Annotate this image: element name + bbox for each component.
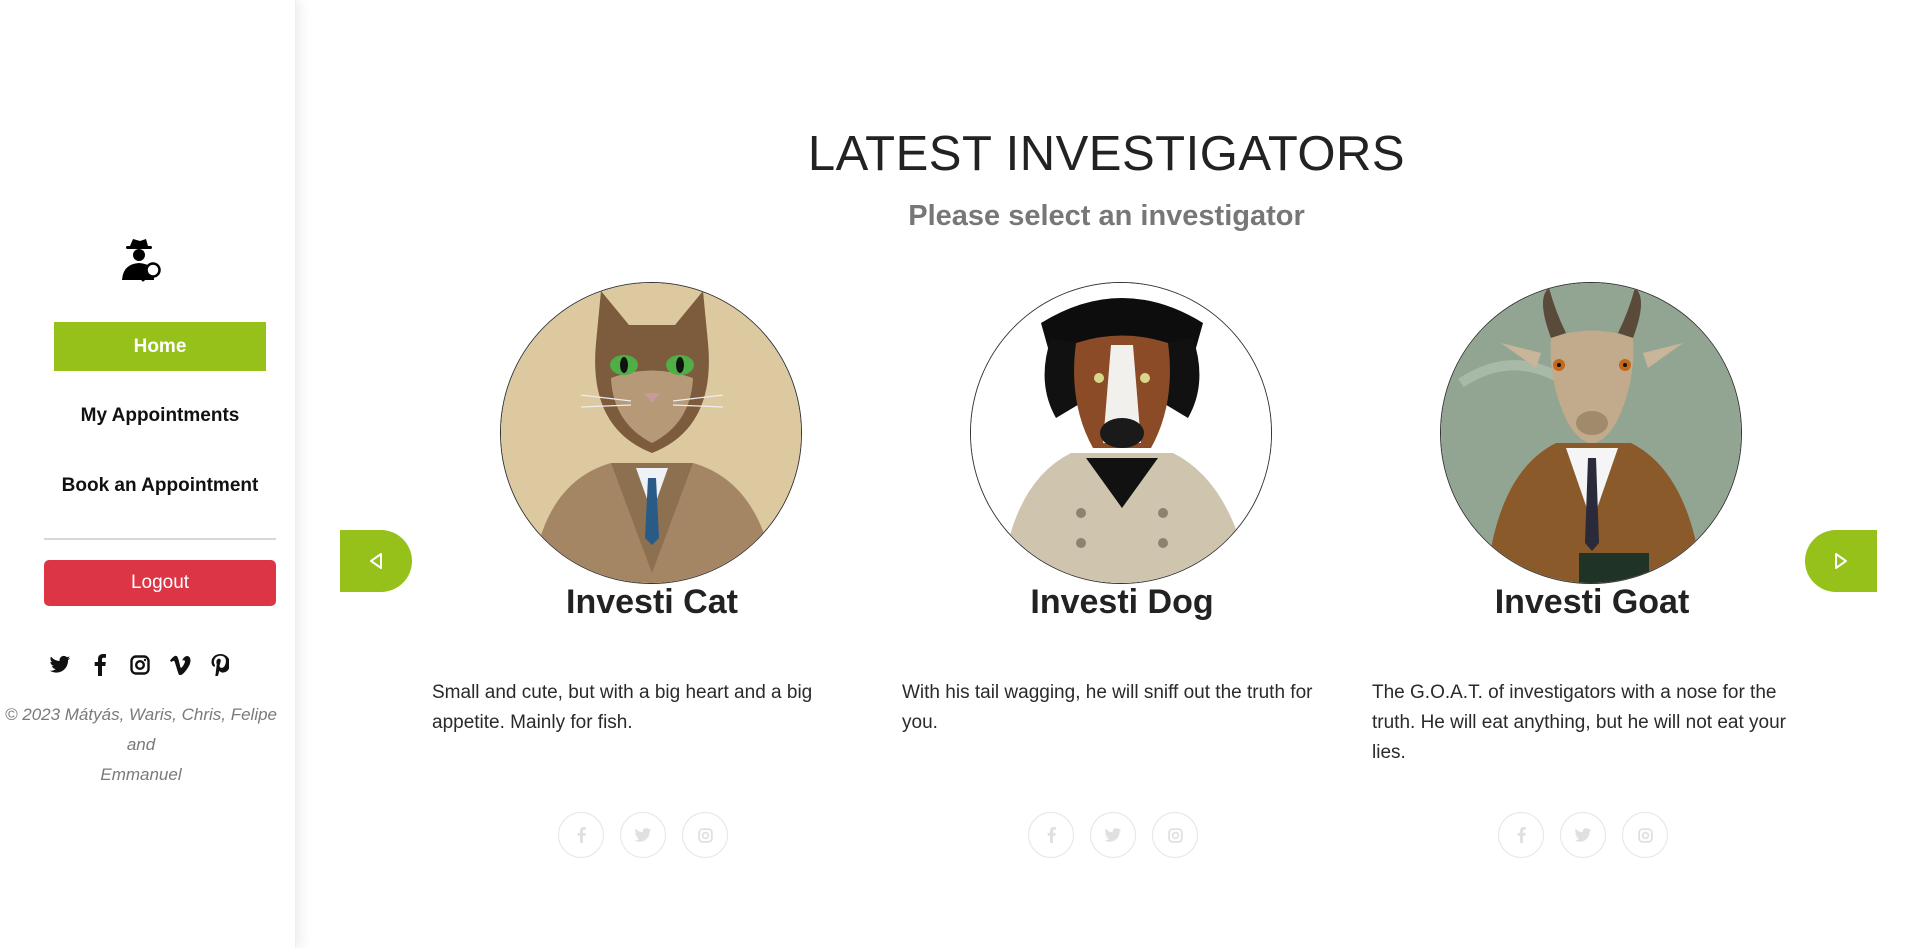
investigator-card[interactable]: Investi Dog With his tail wagging, he wi…	[902, 282, 1342, 882]
investigator-avatar-cat[interactable]	[500, 282, 802, 584]
investigator-avatar-goat[interactable]	[1440, 282, 1742, 584]
triangle-left-icon	[370, 553, 382, 569]
investigator-social-links	[1028, 812, 1216, 860]
investigator-avatar-dog[interactable]	[970, 282, 1272, 584]
sidebar-social-links	[48, 652, 238, 678]
nav-book-appointment[interactable]: Book an Appointment	[54, 461, 266, 510]
facebook-icon[interactable]	[88, 653, 112, 677]
investigator-name: Investi Cat	[566, 583, 738, 621]
page-title: LATEST INVESTIGATORS	[807, 127, 1406, 181]
investigator-card[interactable]: Investi Goat The G.O.A.T. of investigato…	[1372, 282, 1812, 882]
investigator-social-links	[558, 812, 746, 860]
pinterest-icon[interactable]	[208, 653, 232, 677]
facebook-icon[interactable]	[1498, 812, 1544, 858]
investigator-description: With his tail wagging, he will sniff out…	[902, 682, 1313, 733]
twitter-icon[interactable]	[48, 653, 72, 677]
nav-home[interactable]: Home	[54, 322, 266, 371]
copyright-line-2: Emmanuel	[100, 765, 182, 784]
facebook-icon[interactable]	[558, 812, 604, 858]
carousel-next-button[interactable]	[1805, 530, 1877, 592]
investigator-card[interactable]: Investi Cat Small and cute, but with a b…	[432, 282, 872, 882]
detective-icon[interactable]	[118, 236, 164, 282]
sidebar-divider	[44, 538, 276, 540]
investigator-name: Investi Goat	[1494, 583, 1690, 621]
instagram-icon[interactable]	[128, 653, 152, 677]
instagram-icon[interactable]	[1152, 812, 1198, 858]
copyright-text: © 2023 Mátyás, Waris, Chris, Felipe and …	[0, 700, 282, 790]
vimeo-icon[interactable]	[168, 653, 192, 677]
carousel-prev-button[interactable]	[340, 530, 412, 592]
investigator-description: The G.O.A.T. of investigators with a nos…	[1372, 682, 1787, 763]
instagram-icon[interactable]	[1622, 812, 1668, 858]
investigator-name: Investi Dog	[1030, 583, 1214, 621]
twitter-icon[interactable]	[1090, 812, 1136, 858]
page-subtitle: Please select an investigator	[908, 200, 1305, 232]
nav-my-appointments[interactable]: My Appointments	[54, 391, 266, 440]
facebook-icon[interactable]	[1028, 812, 1074, 858]
sidebar: Home My Appointments Book an Appointment…	[0, 0, 296, 948]
investigator-social-links	[1498, 812, 1686, 860]
copyright-line-1: © 2023 Mátyás, Waris, Chris, Felipe and	[4, 705, 278, 754]
twitter-icon[interactable]	[620, 812, 666, 858]
investigator-description: Small and cute, but with a big heart and…	[432, 682, 813, 733]
triangle-right-icon	[1835, 553, 1847, 569]
main-content: LATEST INVESTIGATORS Please select an in…	[296, 0, 1917, 948]
twitter-icon[interactable]	[1560, 812, 1606, 858]
instagram-icon[interactable]	[682, 812, 728, 858]
logout-button[interactable]: Logout	[44, 560, 276, 606]
